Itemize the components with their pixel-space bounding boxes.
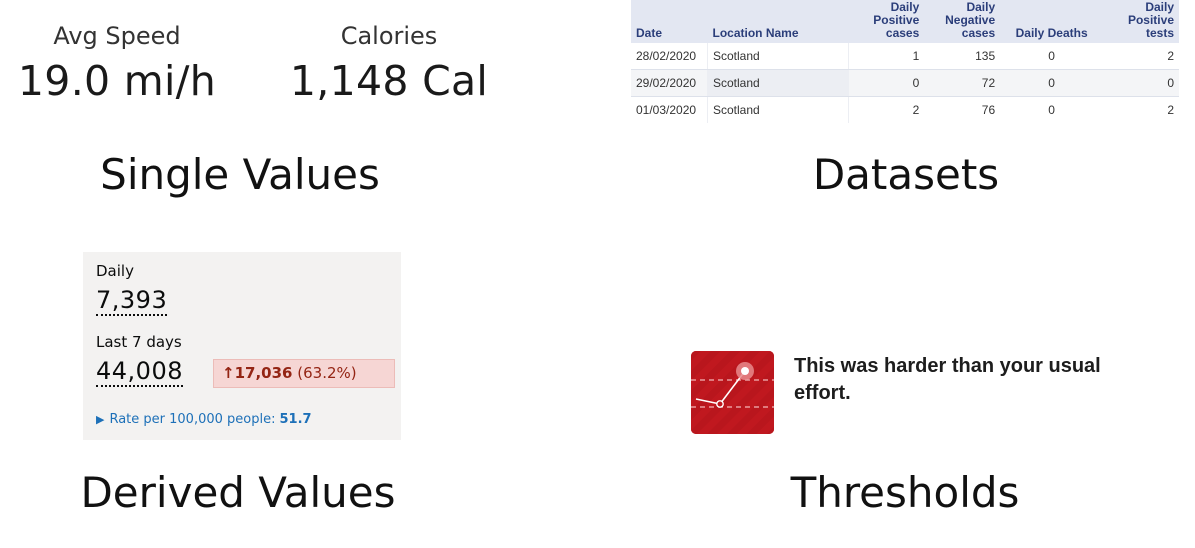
cell-positive: 2 [848,96,925,123]
last-7-days-value[interactable]: 44,008 [96,357,183,387]
table-row: 01/03/2020 Scotland 2 76 0 2 [631,96,1179,123]
calories-label: Calories [340,22,438,50]
column-header-positive[interactable]: Daily Positive cases [848,0,925,43]
avg-speed-label: Avg Speed [53,22,181,50]
calories-value: 1,148 Cal [289,57,489,105]
column-header-date[interactable]: Date [631,0,708,43]
cell-positive: 0 [848,69,925,97]
cell-date: 29/02/2020 [631,69,708,97]
column-header-negative[interactable]: Daily Negative cases [924,0,1001,43]
rate-value: 51.7 [279,412,312,427]
column-header-location[interactable]: Location Name [707,0,849,43]
avg-speed-value: 19.0 mi/h [17,57,217,105]
table-row: 28/02/2020 Scotland 1 135 0 2 [631,43,1179,70]
cell-negative: 72 [924,69,1001,97]
cell-negative: 135 [924,43,1001,70]
column-header-tests[interactable]: Daily Positive tests [1103,0,1179,43]
threshold-message: This was harder than your usual effort. [794,355,1101,404]
rate-disclosure[interactable]: ▶ Rate per 100,000 people: 51.7 [96,412,312,427]
cell-tests: 2 [1103,43,1179,70]
cell-negative: 76 [924,96,1001,123]
datasets-caption: Datasets [812,150,1000,199]
column-header-deaths[interactable]: Daily Deaths [1000,0,1104,43]
calories-stat: Calories 1,148 Cal [278,22,500,105]
single-values-caption: Single Values [100,150,380,199]
dataset-table: Date Location Name Daily Positive cases … [631,0,1179,123]
change-badge: ↑17,036 (63.2%) [213,359,395,388]
change-percent: (63.2%) [297,364,357,382]
disclosure-triangle-icon: ▶ [96,413,105,426]
table-header-row: Date Location Name Daily Positive cases … [631,0,1179,43]
change-amount: 17,036 [234,364,293,382]
daily-label: Daily [96,262,134,280]
cell-location: Scotland [706,96,849,123]
cell-date: 01/03/2020 [631,96,708,123]
cell-tests: 2 [1103,96,1179,123]
daily-value[interactable]: 7,393 [96,286,168,316]
up-arrow-icon: ↑ [222,364,235,382]
cell-deaths: 0 [1000,96,1104,123]
rate-label: Rate per 100,000 people: [109,412,276,427]
cell-date: 28/02/2020 [631,43,708,70]
cell-positive: 1 [848,43,925,70]
thresholds-caption: Thresholds [790,468,1020,517]
cell-tests: 0 [1103,69,1179,97]
effort-trend-icon [691,351,774,434]
cell-location: Scotland [706,43,849,70]
cell-deaths: 0 [1000,43,1104,70]
derived-values-caption: Derived Values [80,468,396,517]
derived-values-card: Daily 7,393 Last 7 days 44,008 ↑17,036 (… [83,252,401,440]
last-7-days-label: Last 7 days [96,333,182,351]
avg-speed-stat: Avg Speed 19.0 mi/h [4,22,230,105]
cell-deaths: 0 [1000,69,1104,97]
table-row: 29/02/2020 Scotland 0 72 0 0 [631,69,1179,97]
cell-location: Scotland [706,69,849,97]
